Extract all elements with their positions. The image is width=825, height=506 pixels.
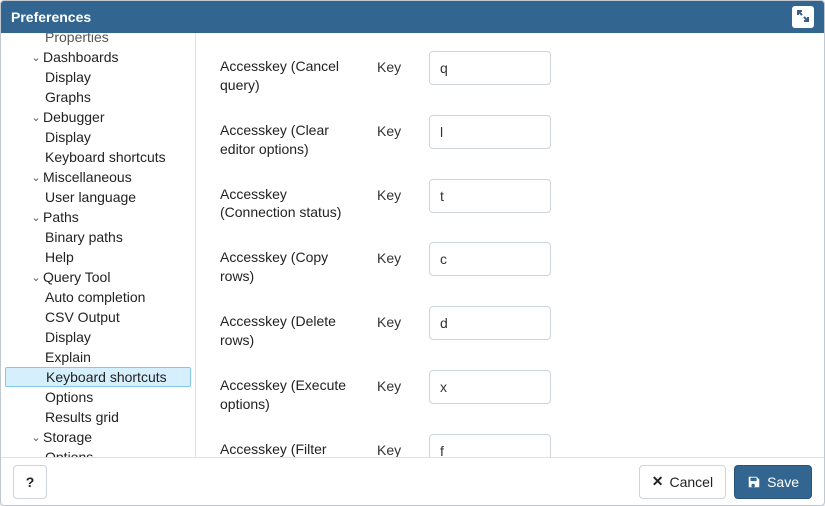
tree-item[interactable]: Binary paths — [1, 227, 195, 247]
tree-item[interactable]: Graphs — [1, 87, 195, 107]
tree-item-label: Display — [45, 329, 91, 345]
dialog-title: Preferences — [11, 9, 792, 25]
settings-panel[interactable]: Accesskey (Cancel query)KeyAccesskey (Cl… — [196, 33, 824, 457]
preferences-dialog: Preferences Properties⌄DashboardsDisplay… — [0, 0, 825, 506]
tree-item[interactable]: Keyboard shortcuts — [5, 367, 191, 387]
tree-item-label: Auto completion — [45, 289, 145, 305]
tree-item-label: Keyboard shortcuts — [45, 149, 166, 165]
expand-button[interactable] — [792, 6, 814, 28]
setting-key-input[interactable] — [429, 242, 551, 276]
cancel-button[interactable]: ✕ Cancel — [639, 465, 726, 499]
tree-item[interactable]: Keyboard shortcuts — [1, 147, 195, 167]
setting-row: Accesskey (Copy rows) Key — [196, 232, 824, 296]
save-button[interactable]: Save — [734, 465, 812, 499]
tree-item[interactable]: Help — [1, 247, 195, 267]
tree-item-label: Properties — [45, 33, 109, 45]
tree-item[interactable]: Display — [1, 67, 195, 87]
tree-item-label: Help — [45, 249, 74, 265]
sidebar-tree[interactable]: Properties⌄DashboardsDisplayGraphs⌄Debug… — [1, 33, 196, 457]
tree-item-label: Dashboards — [43, 49, 119, 65]
tree-item[interactable]: ⌄Dashboards — [1, 47, 195, 67]
tree-item[interactable]: Display — [1, 327, 195, 347]
chevron-down-icon[interactable]: ⌄ — [29, 271, 43, 284]
tree-item-label: Binary paths — [45, 229, 123, 245]
setting-row: Accesskey (Connection status) Key — [196, 169, 824, 233]
titlebar: Preferences — [1, 1, 824, 33]
tree-item-label: Storage — [43, 429, 92, 445]
setting-key-input[interactable] — [429, 306, 551, 340]
tree-item-label: CSV Output — [45, 309, 120, 325]
setting-key-input[interactable] — [429, 179, 551, 213]
tree-item[interactable]: Options — [1, 387, 195, 407]
chevron-down-icon[interactable]: ⌄ — [29, 431, 43, 444]
setting-key-input[interactable] — [429, 370, 551, 404]
chevron-down-icon[interactable]: ⌄ — [29, 211, 43, 224]
setting-type-label: Key — [377, 51, 417, 75]
setting-type-label: Key — [377, 306, 417, 330]
setting-row: Accesskey (Execute options) Key — [196, 360, 824, 424]
setting-key-input[interactable] — [429, 434, 551, 457]
tree-item-label: Debugger — [43, 109, 105, 125]
tree-item-label: Display — [45, 69, 91, 85]
tree-item[interactable]: User language — [1, 187, 195, 207]
setting-row: Accesskey (Cancel query) Key — [196, 41, 824, 105]
tree-item[interactable]: Results grid — [1, 407, 195, 427]
chevron-down-icon[interactable]: ⌄ — [29, 171, 43, 184]
chevron-down-icon[interactable]: ⌄ — [29, 111, 43, 124]
setting-label: Accesskey (Filter dialog) — [220, 434, 365, 457]
tree-item-label: Graphs — [45, 89, 91, 105]
dialog-footer: ? ✕ Cancel Save — [1, 457, 824, 505]
setting-row: Accesskey (Delete rows) Key — [196, 296, 824, 360]
close-icon: ✕ — [652, 473, 664, 490]
tree-item-label: Explain — [45, 349, 91, 365]
tree-item[interactable]: Properties — [1, 33, 195, 47]
tree-item[interactable]: Options — [1, 447, 195, 457]
tree-item[interactable]: Explain — [1, 347, 195, 367]
setting-row: Accesskey (Clear editor options) Key — [196, 105, 824, 169]
tree-item-label: Paths — [43, 209, 79, 225]
tree-item[interactable]: ⌄Storage — [1, 427, 195, 447]
tree-item-label: Keyboard shortcuts — [46, 369, 167, 385]
cancel-label: Cancel — [669, 474, 713, 490]
tree-item-label: Display — [45, 129, 91, 145]
tree-item[interactable]: ⌄Miscellaneous — [1, 167, 195, 187]
setting-type-label: Key — [377, 434, 417, 457]
tree-item[interactable]: CSV Output — [1, 307, 195, 327]
setting-label: Accesskey (Clear editor options) — [220, 115, 365, 159]
tree-item-label: Results grid — [45, 409, 119, 425]
save-label: Save — [767, 474, 799, 490]
tree-item-label: Query Tool — [43, 269, 110, 285]
tree-item[interactable]: ⌄Debugger — [1, 107, 195, 127]
setting-label: Accesskey (Execute options) — [220, 370, 365, 414]
setting-label: Accesskey (Delete rows) — [220, 306, 365, 350]
setting-type-label: Key — [377, 370, 417, 394]
expand-icon — [797, 9, 809, 25]
setting-type-label: Key — [377, 242, 417, 266]
setting-row: Accesskey (Filter dialog) Key — [196, 424, 824, 457]
tree-item[interactable]: Display — [1, 127, 195, 147]
tree-item-label: Miscellaneous — [43, 169, 132, 185]
tree-item[interactable]: ⌄Paths — [1, 207, 195, 227]
setting-type-label: Key — [377, 179, 417, 203]
setting-key-input[interactable] — [429, 51, 551, 85]
tree-item[interactable]: ⌄Query Tool — [1, 267, 195, 287]
tree-item-label: Options — [45, 389, 93, 405]
setting-key-input[interactable] — [429, 115, 551, 149]
setting-label: Accesskey (Connection status) — [220, 179, 365, 223]
setting-label: Accesskey (Copy rows) — [220, 242, 365, 286]
tree-item-label: User language — [45, 189, 136, 205]
chevron-down-icon[interactable]: ⌄ — [29, 51, 43, 64]
help-button[interactable]: ? — [13, 465, 47, 499]
tree-item-label: Options — [45, 449, 93, 457]
tree-item[interactable]: Auto completion — [1, 287, 195, 307]
dialog-body: Properties⌄DashboardsDisplayGraphs⌄Debug… — [1, 33, 824, 457]
setting-type-label: Key — [377, 115, 417, 139]
setting-label: Accesskey (Cancel query) — [220, 51, 365, 95]
help-icon: ? — [26, 474, 35, 490]
save-icon — [747, 475, 761, 489]
